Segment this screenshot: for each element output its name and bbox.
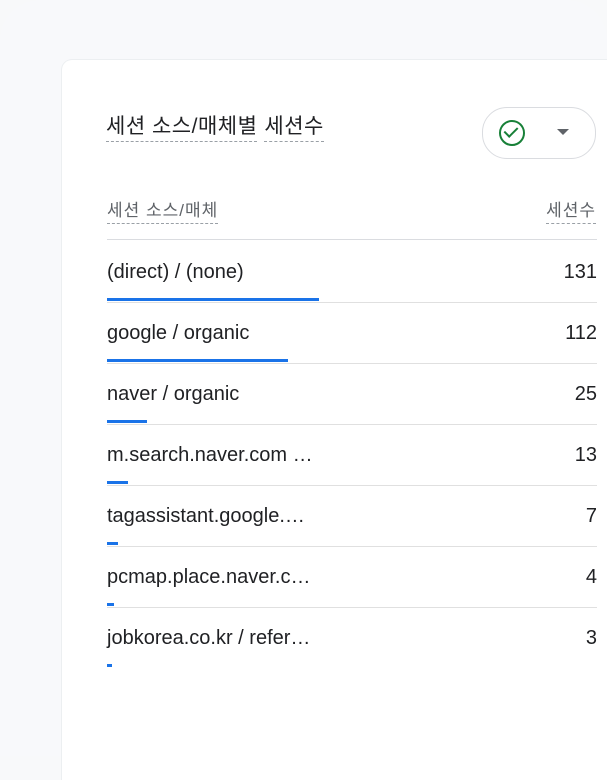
row-label: pcmap.place.naver.c…	[107, 566, 311, 588]
row-value: 112	[565, 322, 597, 344]
row-bar-track	[107, 664, 417, 667]
row-value: 131	[563, 261, 597, 283]
header-divider	[107, 239, 597, 240]
sessions-by-source-card: 세션 소스/매체별 세션수 세션 소스/매체 세션수 (direct) / (no…	[62, 60, 607, 780]
card-title-dimension[interactable]: 세션 소스/매체별	[106, 115, 258, 142]
row-value: 4	[585, 566, 597, 588]
table-row[interactable]: jobkorea.co.kr / refer… 3	[107, 607, 597, 668]
row-label: jobkorea.co.kr / refer…	[107, 627, 311, 649]
row-bar	[107, 298, 319, 301]
row-label: naver / organic	[107, 383, 240, 405]
row-label: m.search.naver.com …	[107, 444, 313, 466]
table-row[interactable]: (direct) / (none) 131	[107, 241, 597, 303]
row-label: google / organic	[107, 322, 250, 344]
table-row[interactable]: m.search.naver.com … 13	[107, 424, 597, 486]
row-value: 13	[574, 444, 597, 466]
table-row[interactable]: google / organic 112	[107, 302, 597, 364]
row-value: 7	[585, 505, 597, 527]
table-row[interactable]: tagassistant.google.… 7	[107, 485, 597, 547]
row-bar	[107, 481, 128, 484]
row-label: (direct) / (none)	[107, 261, 244, 283]
caret-down-icon[interactable]	[557, 129, 569, 135]
row-bar-track	[107, 542, 417, 545]
card-title[interactable]: 세션 소스/매체별 세션수	[106, 110, 324, 142]
row-bar	[107, 664, 112, 667]
row-bar	[107, 420, 147, 423]
row-bar-track	[107, 603, 417, 606]
check-circle-icon	[499, 120, 525, 146]
card-title-metric[interactable]: 세션수	[264, 115, 324, 142]
row-value: 25	[574, 383, 597, 405]
row-bar	[107, 359, 288, 362]
page-background: 세션 소스/매체별 세션수 세션 소스/매체 세션수 (direct) / (no…	[0, 0, 607, 780]
row-bar	[107, 603, 114, 606]
table-row[interactable]: naver / organic 25	[107, 363, 597, 425]
table-row[interactable]: pcmap.place.naver.c… 4	[107, 546, 597, 608]
row-bar-track	[107, 298, 417, 301]
row-bar-track	[107, 481, 417, 484]
row-label: tagassistant.google.…	[107, 505, 305, 527]
column-header-metric[interactable]: 세션수	[546, 196, 596, 224]
row-bar-track	[107, 359, 417, 362]
column-header-dimension[interactable]: 세션 소스/매체	[107, 196, 219, 224]
row-bar	[107, 542, 118, 545]
row-bar-track	[107, 420, 417, 423]
row-value: 3	[585, 627, 597, 649]
comparison-control[interactable]	[482, 107, 596, 159]
